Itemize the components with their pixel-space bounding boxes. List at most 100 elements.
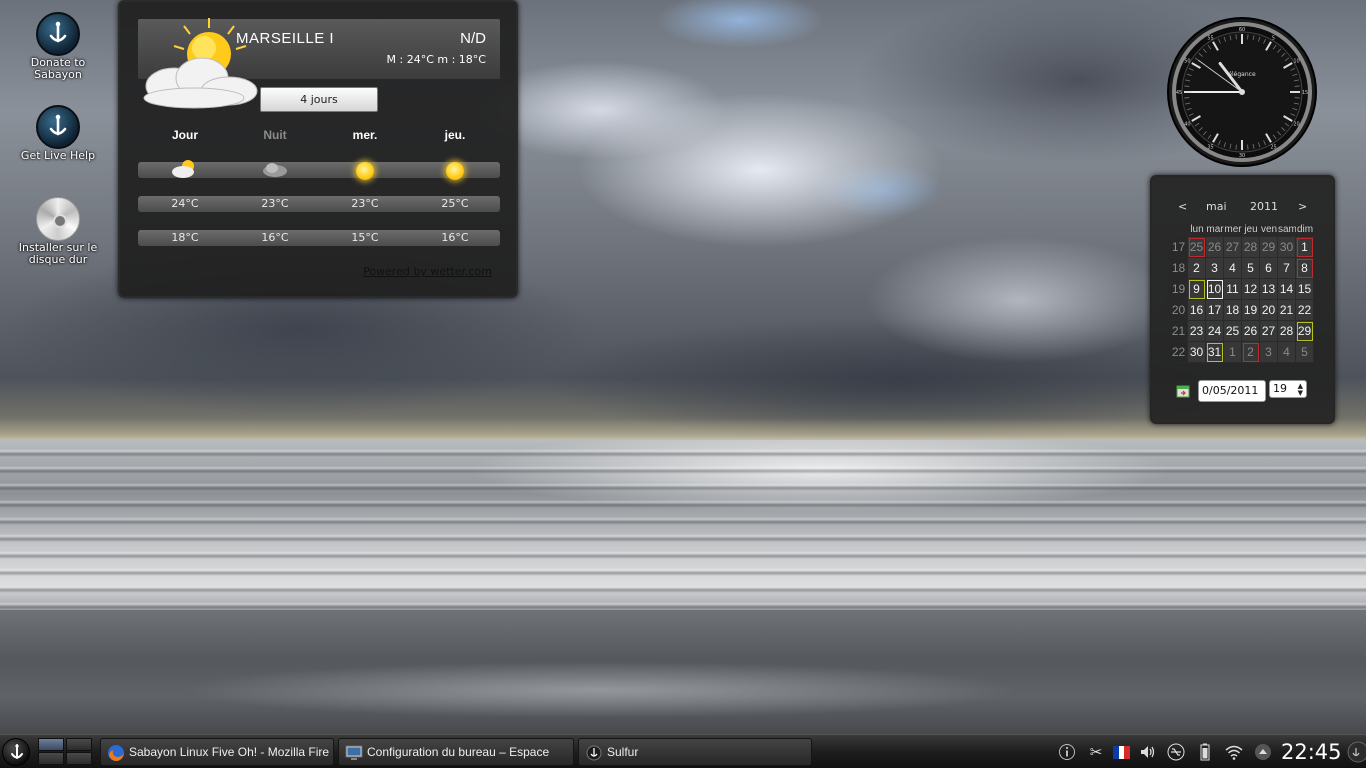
weather-low-temp: 16°C [441,231,469,244]
task-desktop-settings[interactable]: Configuration du bureau – Espace [338,738,574,766]
calendar-day[interactable]: 25 [1188,237,1206,258]
calendar-day[interactable]: 2 [1242,342,1260,363]
weather-high-temp: 23°C [261,197,289,210]
tray-expand-icon[interactable] [1254,743,1272,761]
calendar-prev-button[interactable]: < [1178,200,1187,213]
forecast-days-button[interactable]: 4 jours [260,87,378,112]
calendar-day[interactable]: 8 [1296,258,1314,279]
weather-high-temp: 24°C [171,197,199,210]
virtual-desktop-pager [38,738,94,766]
calendar-day[interactable]: 2 [1188,258,1206,279]
spin-down-icon[interactable]: ▼ [1298,390,1303,397]
cd-disc-icon [36,197,80,241]
pager-desktop-2[interactable] [66,738,92,751]
calendar-year[interactable]: 2011 [1250,200,1278,213]
calendar-week-number: 20 [1170,300,1188,321]
clock-tick [1247,144,1249,150]
clock-mark: 60 [1239,27,1245,33]
wallpaper-sea [0,440,1366,620]
pager-desktop-1[interactable] [38,738,64,751]
calendar-day[interactable]: 7 [1278,258,1296,279]
info-icon[interactable] [1058,743,1076,761]
calendar-day[interactable]: 26 [1206,237,1224,258]
calendar-day[interactable]: 16 [1188,300,1206,321]
calendar-day[interactable]: 19 [1242,300,1260,321]
clipboard-scissors-icon[interactable]: ✂ [1087,743,1105,761]
calendar-day[interactable]: 27 [1260,321,1278,342]
calendar-month[interactable]: mai [1206,200,1227,213]
calendar-week-row: 20 16 17 18 19 20 21 22 [1170,300,1314,321]
calendar-day[interactable]: 27 [1224,237,1242,258]
keyboard-layout-flag-icon[interactable] [1113,745,1130,759]
taskbar: Sabayon Linux Five Oh! - Mozilla Fire Co… [0,734,1366,768]
calendar-day[interactable]: 30 [1188,342,1206,363]
firefox-icon [108,745,124,761]
calendar-day[interactable]: 29 [1296,321,1314,342]
calendar-day[interactable]: 23 [1188,321,1206,342]
battery-icon[interactable] [1196,743,1214,761]
calendar-day[interactable]: 25 [1224,321,1242,342]
clock-mark: 10 [1293,59,1299,65]
desktop-icon-label: disque dur [28,253,88,266]
calendar-day[interactable]: 22 [1296,300,1314,321]
calendar-week-number: 21 [1170,321,1188,342]
calendar-day[interactable]: 3 [1260,342,1278,363]
calendar-day[interactable]: 29 [1260,237,1278,258]
calendar-day[interactable]: 14 [1278,279,1296,300]
calendar-day[interactable]: 13 [1260,279,1278,300]
calendar-day[interactable]: 9 [1188,279,1206,300]
task-firefox[interactable]: Sabayon Linux Five Oh! - Mozilla Fire [100,738,334,766]
weather-low-temp: 15°C [351,231,379,244]
calendar-day[interactable]: 26 [1242,321,1260,342]
calendar-day-today[interactable]: 10 [1206,279,1224,300]
clock-mark: 45 [1176,90,1182,96]
calendar-next-button[interactable]: > [1298,200,1307,213]
calendar-week-spinbox[interactable]: 19 ▲ ▼ [1269,380,1307,398]
pager-desktop-3[interactable] [38,752,64,765]
desktop-icon-installer[interactable]: Installer sur le disque dur [10,197,106,265]
calendar-day[interactable]: 30 [1278,237,1296,258]
application-launcher-button[interactable] [2,738,30,766]
clock-mark: 25 [1270,145,1276,151]
weather-provider-link[interactable]: Powered by wetter.com [363,265,492,278]
calendar-day[interactable]: 17 [1206,300,1224,321]
calendar-day[interactable]: 5 [1296,342,1314,363]
weather-high-temp: 25°C [441,197,469,210]
calendar-day[interactable]: 18 [1224,300,1242,321]
panel-toolbox-icon[interactable] [1346,740,1366,763]
clock-mark: 30 [1239,153,1245,159]
weather-condition-code: N/D [460,30,486,47]
calendar-today-icon[interactable] [1176,384,1190,398]
calendar-day[interactable]: 31 [1206,342,1224,363]
calendar-day[interactable]: 24 [1206,321,1224,342]
desktop-icon-label: Get Live Help [20,149,96,162]
calendar-day[interactable]: 21 [1278,300,1296,321]
calendar-day[interactable]: 11 [1224,279,1242,300]
task-sulfur[interactable]: Sulfur [578,738,812,766]
pager-desktop-4[interactable] [66,752,92,765]
calendar-date-input[interactable]: 0/05/2011 [1198,380,1266,402]
calendar-day[interactable]: 12 [1242,279,1260,300]
wifi-icon[interactable] [1225,743,1243,761]
calendar-day[interactable]: 3 [1206,258,1224,279]
calendar-day[interactable]: 5 [1242,258,1260,279]
usb-device-icon[interactable] [1167,743,1185,761]
calendar-day[interactable]: 28 [1242,237,1260,258]
desktop-icon-live-help[interactable]: Get Live Help [10,105,106,161]
calendar-day[interactable]: 1 [1296,237,1314,258]
calendar-week-row: 19 9 10 11 12 13 14 15 [1170,279,1314,300]
desktop-icon-donate[interactable]: Donate to Sabayon [10,12,106,80]
calendar-day[interactable]: 4 [1224,258,1242,279]
calendar-day[interactable]: 6 [1260,258,1278,279]
analog-clock: 5 10 15 20 25 30 35 40 45 50 55 60 élégance [1167,17,1317,167]
calendar-day[interactable]: 15 [1296,279,1314,300]
calendar-week-row: 21 23 24 25 26 27 28 29 [1170,321,1314,342]
calendar-week-header [1170,223,1188,237]
calendar-day[interactable]: 1 [1224,342,1242,363]
volume-icon[interactable] [1139,743,1157,761]
calendar-day[interactable]: 4 [1278,342,1296,363]
calendar-day[interactable]: 20 [1260,300,1278,321]
taskbar-clock[interactable]: 22:45 [1281,738,1342,766]
calendar-day[interactable]: 28 [1278,321,1296,342]
clock-mark: 50 [1184,59,1190,65]
